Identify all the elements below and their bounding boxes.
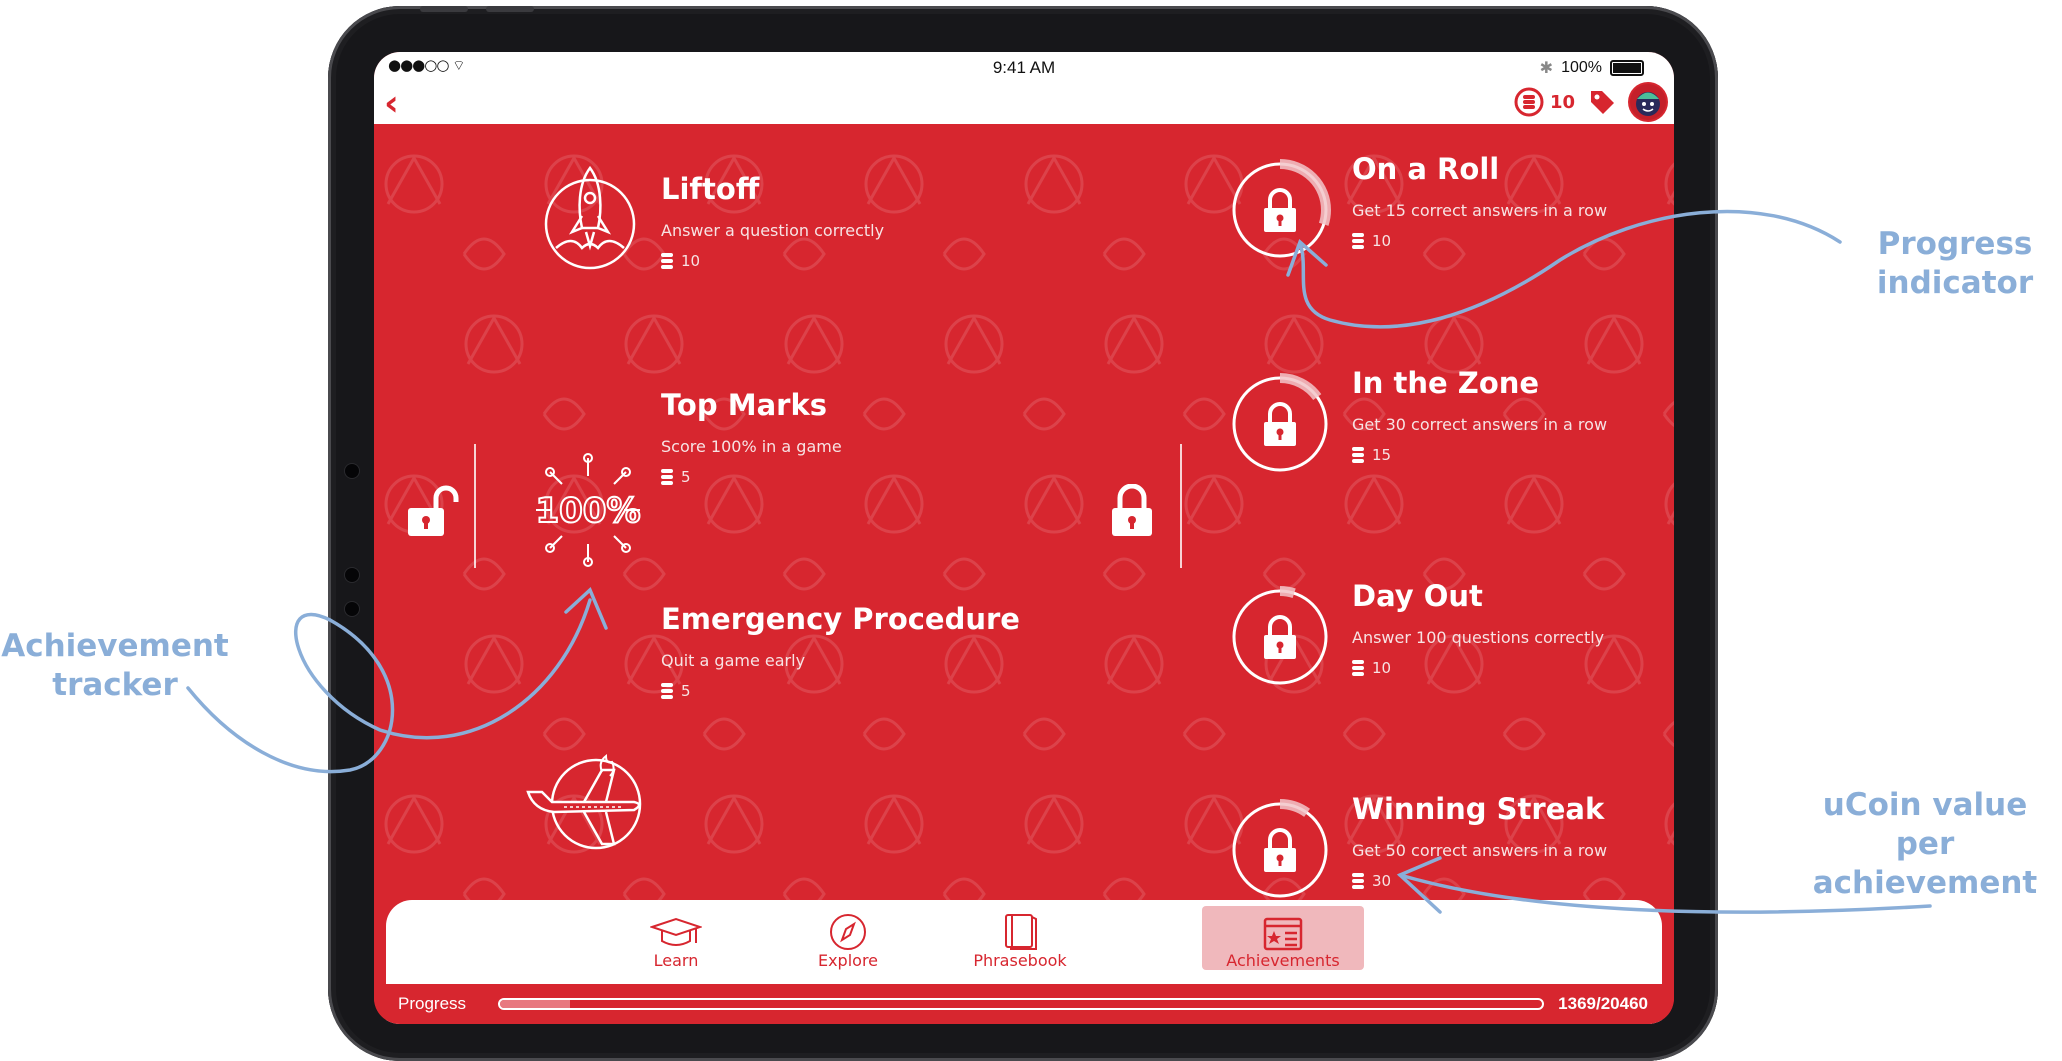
power-button (486, 6, 534, 12)
compass-icon (830, 914, 866, 950)
sensor-dot (345, 602, 359, 616)
progress-track (498, 998, 1544, 1010)
battery-percent: 100% (1561, 59, 1602, 76)
coin-stack-icon (661, 253, 673, 269)
achievement-locked-2[interactable]: Day Out Answer 100 questions correctly 10 (1352, 579, 1604, 677)
achievement-desc: Answer a question correctly (661, 221, 885, 240)
avatar[interactable] (1630, 84, 1666, 120)
tag-icon[interactable] (1588, 88, 1616, 116)
tab-achievements[interactable]: Achievements (1202, 906, 1364, 970)
achievement-coins: 30 (1352, 872, 1607, 890)
achievement-title: Day Out (1352, 579, 1483, 613)
coin-stack-icon (1514, 87, 1544, 117)
achievement-liftoff[interactable]: Liftoff Answer a question correctly 10 (661, 172, 884, 270)
achievement-coins: 10 (1352, 659, 1604, 677)
achievement-title: Liftoff (661, 172, 760, 206)
annotation-achievement-tracker: Achievement tracker (1, 628, 229, 703)
rocket-icon (544, 165, 636, 270)
achievement-emergency-procedure[interactable]: Emergency Procedure Quit a game early 5 (661, 602, 1020, 700)
achievement-coins: 5 (661, 468, 842, 486)
status-bar: ●●●○○ ⌔ 9:41 AM ✱ 100% ‹ 10 (374, 52, 1674, 124)
battery-icon (1610, 60, 1644, 76)
coin-value: 5 (681, 682, 691, 700)
tab-phrasebook[interactable]: Phrasebook (940, 906, 1100, 970)
coin-balance[interactable]: 10 (1514, 87, 1575, 117)
certificate-icon (1263, 917, 1303, 951)
tab-label: Learn (653, 951, 699, 970)
achievement-title: Winning Streak (1352, 792, 1605, 826)
progress-fill (500, 1000, 570, 1008)
column-divider (474, 444, 476, 568)
achievement-desc: Score 100% in a game (661, 437, 842, 456)
annotation-progress-indicator: Progress indicator (1876, 226, 2034, 301)
status-right: ✱ 100% (1540, 58, 1644, 78)
100-percent-icon-text: 100% (535, 491, 640, 531)
achievement-title: On a Roll (1352, 152, 1500, 186)
back-chevron-icon[interactable]: ‹ (384, 86, 399, 122)
coin-value: 10 (1372, 232, 1392, 250)
coin-value: 10 (681, 252, 701, 270)
progress-ring-icon (1229, 373, 1331, 475)
status-time: 9:41 AM (992, 58, 1056, 77)
app-screen: ●●●○○ ⌔ 9:41 AM ✱ 100% ‹ 10 Liftoff Answ… (374, 52, 1674, 1024)
progress-label: Progress (398, 994, 467, 1013)
sensor-dot (345, 568, 359, 582)
progress-ring-icon (1229, 586, 1331, 688)
progress-ring-icon (1229, 159, 1331, 261)
achievement-coins: 10 (1352, 232, 1607, 250)
achievement-locked-0[interactable]: On a Roll Get 15 correct answers in a row… (1352, 152, 1607, 250)
coin-value: 5 (681, 468, 691, 486)
column-divider (1180, 444, 1182, 568)
achievement-desc: Get 50 correct answers in a row (1352, 841, 1608, 860)
100-percent-icon: 100% (534, 453, 642, 567)
tab-label: Phrasebook (973, 951, 1067, 970)
coin-stack-icon (1352, 873, 1364, 889)
progress-count: 1369/20460 (1558, 994, 1648, 1013)
achievement-title: Top Marks (661, 388, 827, 422)
plane-icon (526, 753, 642, 850)
coin-value: 10 (1372, 659, 1392, 677)
unlocked-padlock-icon[interactable] (406, 484, 462, 540)
coin-count: 10 (1550, 91, 1576, 113)
achievement-locked-3[interactable]: Winning Streak Get 50 correct answers in … (1352, 792, 1607, 890)
bluetooth-icon: ✱ (1539, 60, 1554, 77)
tab-label: Achievements (1226, 951, 1340, 970)
coin-stack-icon (661, 683, 673, 699)
achievement-title: In the Zone (1352, 366, 1540, 400)
coin-stack-icon (1352, 233, 1364, 249)
achievement-coins: 15 (1352, 446, 1607, 464)
achievement-locked-1[interactable]: In the Zone Get 30 correct answers in a r… (1352, 366, 1607, 464)
achievement-coins: 10 (661, 252, 884, 270)
achievement-title: Emergency Procedure (661, 602, 1020, 636)
annotation-ucoin-value: uCoin value per achievement (1812, 787, 2038, 901)
tab-label: Explore (817, 951, 879, 970)
book-icon (1005, 914, 1037, 950)
coin-stack-icon (661, 469, 673, 485)
tab-explore[interactable]: Explore (768, 906, 928, 970)
graduation-cap-icon (650, 917, 702, 946)
achievement-desc: Get 15 correct answers in a row (1352, 201, 1608, 220)
achievement-desc: Answer 100 questions correctly (1352, 628, 1605, 647)
locked-padlock-icon[interactable] (1110, 484, 1158, 540)
achievement-top-marks[interactable]: Top Marks Score 100% in a game 5 (661, 388, 842, 486)
coin-value: 15 (1372, 446, 1392, 464)
overall-progress-bar: Progress 1369/20460 (374, 984, 1674, 1024)
avatar-face-icon (1636, 92, 1660, 116)
coin-stack-icon (1352, 447, 1364, 463)
achievement-desc: Quit a game early (661, 651, 806, 670)
tab-learn[interactable]: Learn (596, 906, 756, 970)
coin-value: 30 (1372, 872, 1392, 890)
volume-button (420, 6, 468, 12)
achievement-desc: Get 30 correct answers in a row (1352, 415, 1608, 434)
progress-ring-icon (1229, 799, 1331, 901)
camera-dot (345, 464, 359, 478)
coin-stack-icon (1352, 660, 1364, 676)
achievement-coins: 5 (661, 682, 1020, 700)
